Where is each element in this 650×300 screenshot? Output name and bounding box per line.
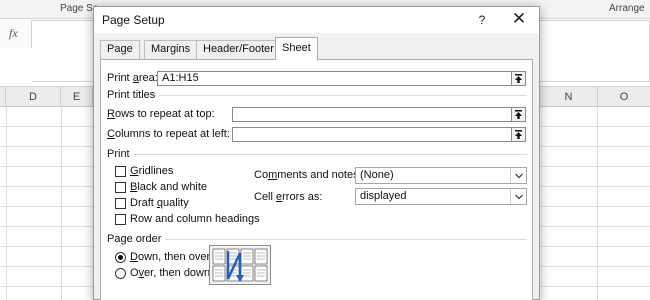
help-button[interactable]: ? bbox=[472, 10, 492, 30]
page-order-preview-icon bbox=[209, 245, 271, 285]
print-titles-divider bbox=[107, 95, 527, 96]
columns-to-repeat-collapse-button[interactable] bbox=[511, 127, 526, 142]
collapse-dialog-icon bbox=[515, 110, 522, 119]
page-order-heading: Page order bbox=[107, 233, 166, 245]
black-and-white-checkbox[interactable] bbox=[115, 182, 126, 193]
print-heading: Print bbox=[107, 148, 134, 160]
print-divider bbox=[107, 154, 527, 155]
grid-line bbox=[61, 107, 62, 300]
column-header-n[interactable]: N bbox=[540, 87, 598, 107]
down-then-over-radio[interactable] bbox=[115, 252, 126, 263]
page-order-divider bbox=[107, 239, 527, 240]
ribbon-group-arrange-label: Arrange bbox=[609, 3, 645, 14]
comments-and-notes-select[interactable]: (None) bbox=[355, 167, 527, 184]
tab-header-footer[interactable]: Header/Footer bbox=[196, 40, 281, 59]
cell-errors-select[interactable]: displayed bbox=[355, 188, 527, 205]
dialog-titlebar[interactable]: Page Setup ? ✕ bbox=[94, 7, 539, 33]
cell-errors-label: Cell errors as: bbox=[254, 191, 323, 203]
gridlines-label: Gridlines bbox=[130, 165, 174, 177]
gridlines-checkbox[interactable] bbox=[115, 166, 126, 177]
rows-to-repeat-collapse-button[interactable] bbox=[511, 107, 526, 122]
dialog-title: Page Setup bbox=[102, 13, 165, 27]
draft-quality-checkbox[interactable] bbox=[115, 198, 126, 209]
grid-line bbox=[6, 107, 7, 300]
close-button[interactable]: ✕ bbox=[508, 9, 530, 31]
collapse-dialog-icon bbox=[515, 74, 522, 83]
print-area-collapse-button[interactable] bbox=[511, 71, 526, 86]
over-then-down-label: Over, then down bbox=[130, 267, 211, 279]
print-area-input[interactable]: A1:H15 bbox=[157, 71, 512, 86]
row-column-headings-checkbox[interactable] bbox=[115, 214, 126, 225]
collapse-dialog-icon bbox=[515, 130, 522, 139]
chevron-down-icon bbox=[510, 168, 526, 183]
tab-page[interactable]: Page bbox=[100, 40, 140, 59]
column-header-e[interactable]: E bbox=[61, 87, 93, 107]
column-header-d[interactable]: D bbox=[6, 87, 61, 107]
black-and-white-label: Black and white bbox=[130, 181, 208, 193]
sheet-tab-panel: Print area: A1:H15 Print titles Rows to … bbox=[100, 59, 533, 300]
rows-to-repeat-label: Rows to repeat at top: bbox=[107, 108, 215, 120]
columns-to-repeat-label: Columns to repeat at left: bbox=[107, 128, 230, 140]
print-titles-heading: Print titles bbox=[107, 89, 160, 101]
cell-errors-value: displayed bbox=[360, 190, 407, 202]
page-setup-dialog: Page Setup ? ✕ Page Margins Header/Foote… bbox=[93, 6, 540, 300]
grid-line bbox=[597, 107, 598, 300]
comments-and-notes-label: Comments and notes: bbox=[254, 169, 362, 181]
comments-and-notes-value: (None) bbox=[360, 169, 394, 181]
rows-to-repeat-input[interactable] bbox=[232, 107, 512, 122]
draft-quality-label: Draft quality bbox=[130, 197, 189, 209]
over-then-down-radio[interactable] bbox=[115, 268, 126, 279]
row-column-headings-label: Row and column headings bbox=[130, 213, 260, 225]
down-then-over-label: Down, then over bbox=[130, 251, 211, 263]
print-area-label: Print area: bbox=[107, 72, 158, 84]
column-header-o[interactable]: O bbox=[598, 87, 650, 107]
chevron-down-icon bbox=[510, 189, 526, 204]
fx-icon: fx bbox=[9, 26, 18, 40]
tab-margins[interactable]: Margins bbox=[144, 40, 198, 59]
tab-sheet[interactable]: Sheet bbox=[275, 37, 318, 60]
columns-to-repeat-input[interactable] bbox=[232, 127, 512, 142]
insert-function-button[interactable]: fx bbox=[0, 20, 32, 48]
